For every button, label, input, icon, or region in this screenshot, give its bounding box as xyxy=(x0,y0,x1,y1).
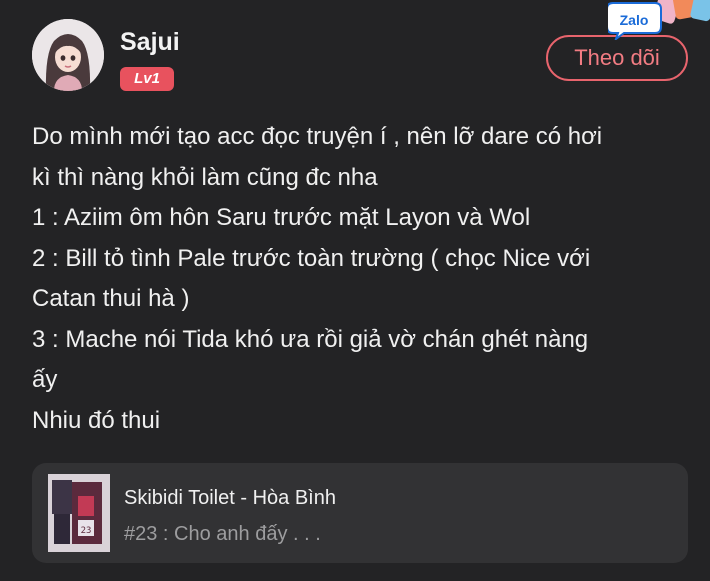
post-line: kì thì nàng khỏi làm cũng đc nha xyxy=(32,163,378,191)
story-title: Skibidi Toilet - Hòa Bình xyxy=(124,487,336,509)
story-cover-icon: 23 xyxy=(48,474,110,552)
post-line: ấy xyxy=(32,366,58,393)
zalo-widget[interactable]: Zalo xyxy=(606,0,710,42)
post-line: Catan thui hà ) xyxy=(32,285,190,312)
post-line: 1 : Aziim ôm hôn Saru trước mặt Layon và… xyxy=(32,204,531,231)
username[interactable]: Sajui xyxy=(120,28,180,57)
avatar[interactable] xyxy=(32,19,104,91)
post-line: Nhiu đó thui xyxy=(32,406,161,434)
post-content: Do mình mới tạo acc đọc truyện í , nên l… xyxy=(32,117,682,441)
zalo-label: Zalo xyxy=(620,12,649,28)
post-line: Do mình mới tạo acc đọc truyện í , nên l… xyxy=(32,123,603,150)
level-badge: Lv1 xyxy=(120,67,174,91)
story-card[interactable]: 23 Skibidi Toilet - Hòa Bình #23 : Cho a… xyxy=(32,463,688,563)
svg-text:23: 23 xyxy=(81,526,92,536)
post-line: 3 : Mache nói Tida khó ưa rồi giả vờ chá… xyxy=(32,325,589,353)
post-line: 2 : Bill tỏ tình Pale trước toàn trường … xyxy=(32,244,591,272)
follow-button[interactable]: Theo dõi xyxy=(546,35,688,81)
story-thumbnail: 23 xyxy=(48,474,110,552)
story-chapter: #23 : Cho anh đấy . . . xyxy=(124,523,321,545)
girl-avatar-icon xyxy=(32,19,104,91)
